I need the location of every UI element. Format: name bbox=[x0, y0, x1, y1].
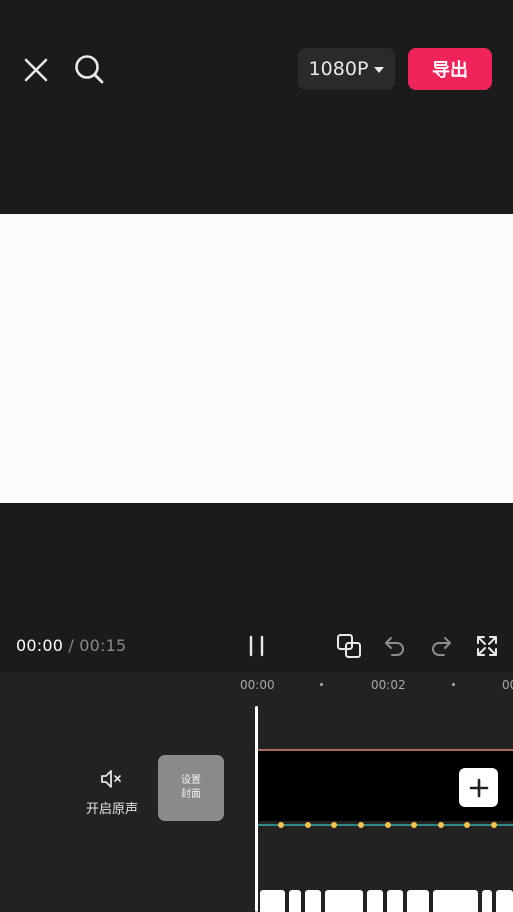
audio-track-block[interactable] bbox=[387, 890, 403, 912]
overlay-icon[interactable] bbox=[336, 633, 362, 659]
timeline-dot bbox=[452, 683, 455, 686]
playhead[interactable] bbox=[255, 706, 258, 912]
cover-label-line2: 封面 bbox=[181, 789, 201, 800]
pause-icon[interactable] bbox=[245, 634, 269, 658]
audio-track-block[interactable] bbox=[407, 890, 429, 912]
audio-track-block[interactable] bbox=[325, 890, 363, 912]
beat-marker bbox=[331, 822, 337, 828]
beat-marker bbox=[278, 822, 284, 828]
chevron-down-icon bbox=[374, 67, 385, 73]
total-time: 00:15 bbox=[79, 636, 127, 655]
set-cover-button[interactable]: 设置 封面 bbox=[158, 755, 224, 821]
beat-marker bbox=[438, 822, 444, 828]
top-bar bbox=[0, 0, 513, 214]
beat-marker bbox=[411, 822, 417, 828]
audio-track-block[interactable] bbox=[367, 890, 383, 912]
export-button[interactable]: 导出 bbox=[408, 48, 492, 90]
beat-marker bbox=[464, 822, 470, 828]
redo-icon[interactable] bbox=[428, 633, 454, 659]
mute-toggle[interactable]: 开启原声 bbox=[84, 768, 140, 817]
timeline-tick: 00 bbox=[502, 678, 513, 692]
plus-icon bbox=[469, 778, 488, 797]
audio-track-block[interactable] bbox=[289, 890, 301, 912]
mute-icon bbox=[101, 770, 121, 788]
undo-icon[interactable] bbox=[382, 633, 408, 659]
fullscreen-icon[interactable] bbox=[475, 634, 499, 658]
beat-marker bbox=[358, 822, 364, 828]
audio-track-block[interactable] bbox=[496, 890, 513, 912]
audio-track-block[interactable] bbox=[482, 890, 492, 912]
time-display: 00:00 / 00:15 bbox=[16, 636, 126, 655]
beat-marker bbox=[491, 822, 497, 828]
search-icon[interactable] bbox=[72, 52, 106, 86]
audio-track-block[interactable] bbox=[305, 890, 321, 912]
audio-track-block[interactable] bbox=[433, 890, 478, 912]
add-clip-button[interactable] bbox=[459, 768, 498, 807]
audio-track-block[interactable] bbox=[260, 890, 285, 912]
timeline-tick: 00:00 bbox=[240, 678, 275, 692]
resolution-label: 1080P bbox=[308, 58, 369, 80]
preview-background bbox=[0, 503, 513, 633]
current-time: 00:00 bbox=[16, 636, 64, 655]
video-preview[interactable] bbox=[0, 214, 513, 503]
time-separator: / bbox=[68, 636, 74, 655]
cover-label-line1: 设置 bbox=[181, 775, 201, 786]
resolution-dropdown[interactable]: 1080P bbox=[298, 48, 395, 90]
timeline-tick: 00:02 bbox=[371, 678, 406, 692]
beat-marker bbox=[385, 822, 391, 828]
beat-marker bbox=[305, 822, 311, 828]
timeline-dot bbox=[320, 683, 323, 686]
mute-label: 开启原声 bbox=[85, 802, 138, 817]
close-icon[interactable] bbox=[20, 54, 52, 86]
